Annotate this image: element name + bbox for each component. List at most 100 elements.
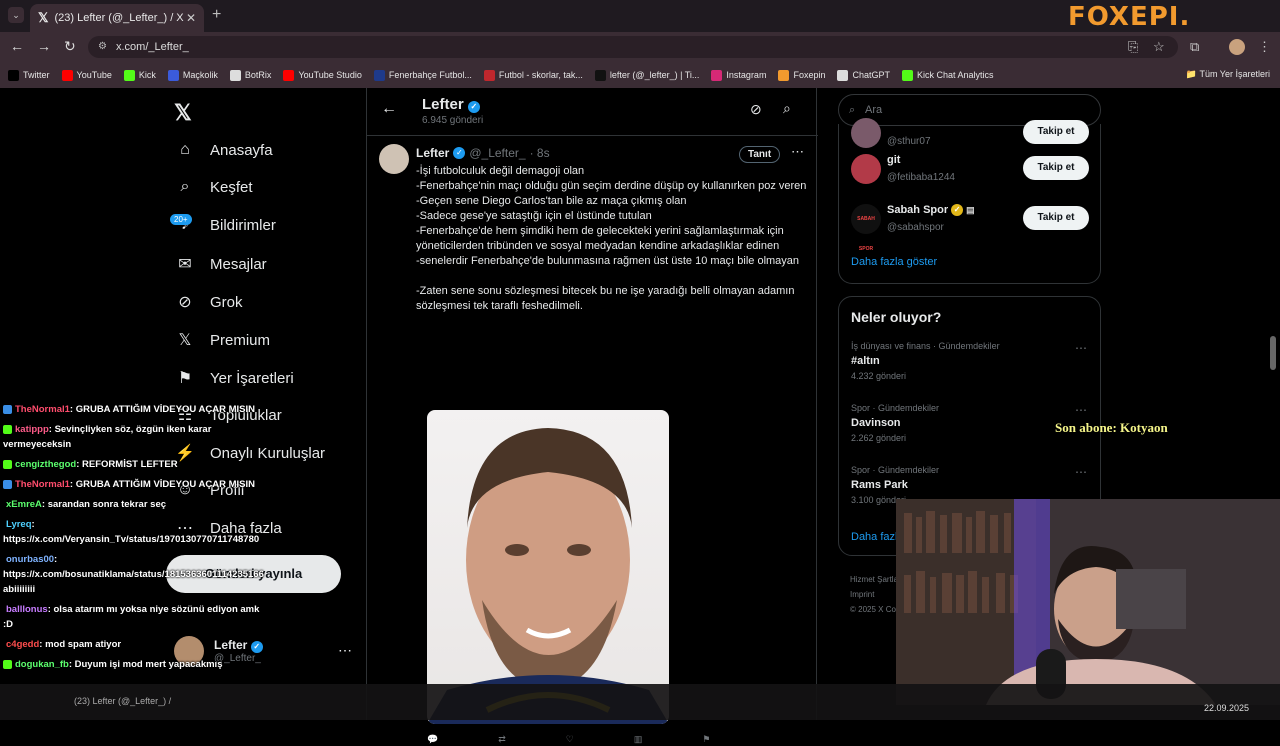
new-tab-button[interactable]: + [212,6,221,24]
url-text: x.com/_Lefter_ [116,41,189,53]
chat-username[interactable]: katippp [15,424,49,435]
browser-tab-bar: ⌄ 𝕏 (23) Lefter (@_Lefter_) / X ✕ + FOXE… [0,0,1280,32]
list-item[interactable]: SABAH SPOR Sabah Spor ✓ ▤ @sabahspor Takip et [851,200,1091,252]
more-icon[interactable]: ⋯ [1075,465,1087,479]
close-icon[interactable]: ✕ [186,11,196,25]
chat-text: : GRUBA ATTIĞIM VİDEYOU AÇAR MISIN [69,479,255,490]
affiliate-icon: ▤ [966,204,975,215]
show-more-link[interactable]: Daha fazla göster [851,256,937,268]
avatar[interactable] [379,144,409,174]
chat-username[interactable]: xEmreA [6,499,42,510]
list-item[interactable]: git @fetibaba1244 Takip et [851,150,1091,190]
bookmark-item[interactable]: Kick Chat Analytics [902,69,994,81]
mackolik-icon [167,69,179,81]
bookmark-item[interactable]: Kick [123,69,156,81]
bookmark-icon[interactable]: ⚑ [702,734,710,746]
nav-item-anasayfa[interactable]: ⌂ Anasayfa [174,141,272,159]
avatar[interactable]: SABAH SPOR [851,204,881,252]
bookmark-item[interactable]: YouTube Studio [283,69,362,81]
bookmark-item[interactable]: Twitter [8,69,50,81]
star-icon[interactable]: ☆ [1153,39,1165,55]
reload-icon[interactable]: ↻ [64,38,76,55]
chat-username[interactable]: TheNormal1 [15,479,70,490]
nav-item-label: Keşfet [210,178,253,196]
bookmark-item[interactable]: Futbol - skorlar, tak... [483,69,583,81]
kick-icon [123,69,135,81]
nav-item-yer-i-aretleri[interactable]: ⚑ Yer İşaretleri [174,368,294,388]
tweet-author-handle[interactable]: @_Lefter_ [469,146,525,160]
user-name[interactable]: git [887,154,900,166]
bookmark-item[interactable]: YouTube [61,69,112,81]
taskbar-date: 22.09.2025 [1204,703,1250,713]
bookmark-item[interactable]: ChatGPT [837,69,890,81]
like-icon[interactable]: ♡ [566,734,574,746]
scrollbar-thumb[interactable] [1270,336,1276,370]
chat-badge-icon [3,479,12,489]
views-icon[interactable]: ▥ [634,734,643,746]
bookmark-item[interactable]: Foxepin [778,69,825,81]
list-item[interactable]: @sthur07 Takip et [851,114,1091,154]
bookmark-item[interactable]: lefter (@_lefter_) | Ti... [594,69,699,81]
nav-item-grok[interactable]: ⊘ Grok [174,292,242,312]
chat-username[interactable]: c4gedd [6,639,39,650]
chat-username[interactable]: balllonus [6,604,48,615]
taskbar-window-title[interactable]: (23) Lefter (@_Lefter_) / [74,696,171,706]
chat-username[interactable]: onurbas00 [6,554,54,565]
grok-icon: ⊘ [178,294,192,311]
forward-arrow-icon[interactable]: → [37,38,51,54]
user-handle: @sabahspor [887,222,944,233]
nav-item-premium[interactable]: 𝕏 Premium [174,330,270,350]
nav-item-mesajlar[interactable]: ✉ Mesajlar [174,254,267,274]
nav-item-label: Mesajlar [210,255,267,273]
chat-username[interactable]: cengizthegod [15,459,76,470]
all-bookmarks-button[interactable]: 📁 Tüm Yer İşaretleri [1186,69,1270,80]
url-input[interactable]: ⚙ x.com/_Lefter_ [88,36,1178,58]
nav-item-ke-fet[interactable]: ⌕ Keşfet [174,178,253,196]
search-icon[interactable]: ⌕ [783,100,791,117]
bookmark-item[interactable]: BotRix [229,69,271,81]
bookmark-item[interactable]: Instagram [711,69,766,81]
youtube-studio-icon [283,69,295,81]
tab-search-button[interactable]: ⌄ [8,7,24,23]
retweet-icon[interactable]: ⇄ [498,734,506,746]
extensions-icon[interactable]: ⧉ [1190,39,1199,55]
bookmark-item[interactable]: Fenerbahçe Futbol... [373,69,472,81]
reply-icon[interactable]: 💬 [427,734,438,746]
user-name[interactable]: Sabah Spor ✓ ▤ [887,204,975,216]
chat-username[interactable]: TheNormal1 [15,404,70,415]
follow-button[interactable]: Takip et [1023,120,1089,144]
chat-username[interactable]: Lyreq [6,519,32,530]
back-arrow-icon[interactable]: ← [381,100,397,118]
promote-button[interactable]: Tanıt [739,146,781,163]
tweet-photo[interactable] [427,410,669,724]
chat-message: onurbas00: https://x.com/bosunatiklama/s… [0,552,270,597]
follow-button[interactable]: Takip et [1023,206,1089,230]
x-logo-icon [8,69,19,81]
tweet-text: -İşi futbolculuk değil demagoji olan -Fe… [416,165,807,312]
x-logo-icon[interactable]: 𝕏 [174,100,192,126]
active-tab[interactable]: 𝕏 (23) Lefter (@_Lefter_) / X ✕ [30,4,204,32]
menu-kebab-icon[interactable]: ⋮ [1258,39,1271,55]
more-icon[interactable]: ⋯ [791,144,804,160]
more-icon[interactable]: ⋯ [1075,341,1087,355]
user-handle: @fetibaba1244 [887,172,955,183]
profile-name: Lefter ✓ [422,96,480,113]
chat-message: Lyreq: https://x.com/Veryansin_Tv/status… [0,517,270,547]
more-icon[interactable]: ⋯ [338,642,352,659]
tweet-time[interactable]: · 8s [530,146,550,160]
profile-avatar[interactable] [1229,39,1245,55]
avatar[interactable] [851,154,881,184]
trend-item[interactable]: İş dünyası ve finans · Gündemdekiler #alt… [851,341,1091,381]
follow-button[interactable]: Takip et [1023,156,1089,180]
more-icon[interactable]: ⋯ [1075,403,1087,417]
bookmark-item[interactable]: Maçkolik [167,69,218,81]
chatgpt-icon [837,69,849,81]
chat-username[interactable]: dogukan_fb [15,659,69,670]
verified-icon: ✓ [467,101,480,113]
back-arrow-icon[interactable]: ← [10,38,24,54]
tweet-author-name[interactable]: Lefter [416,146,449,160]
install-app-icon[interactable]: ⎘ [1128,39,1138,55]
grok-icon[interactable]: ⊘ [750,101,762,118]
avatar[interactable] [851,118,881,148]
site-info-icon[interactable]: ⚙ [98,36,107,58]
